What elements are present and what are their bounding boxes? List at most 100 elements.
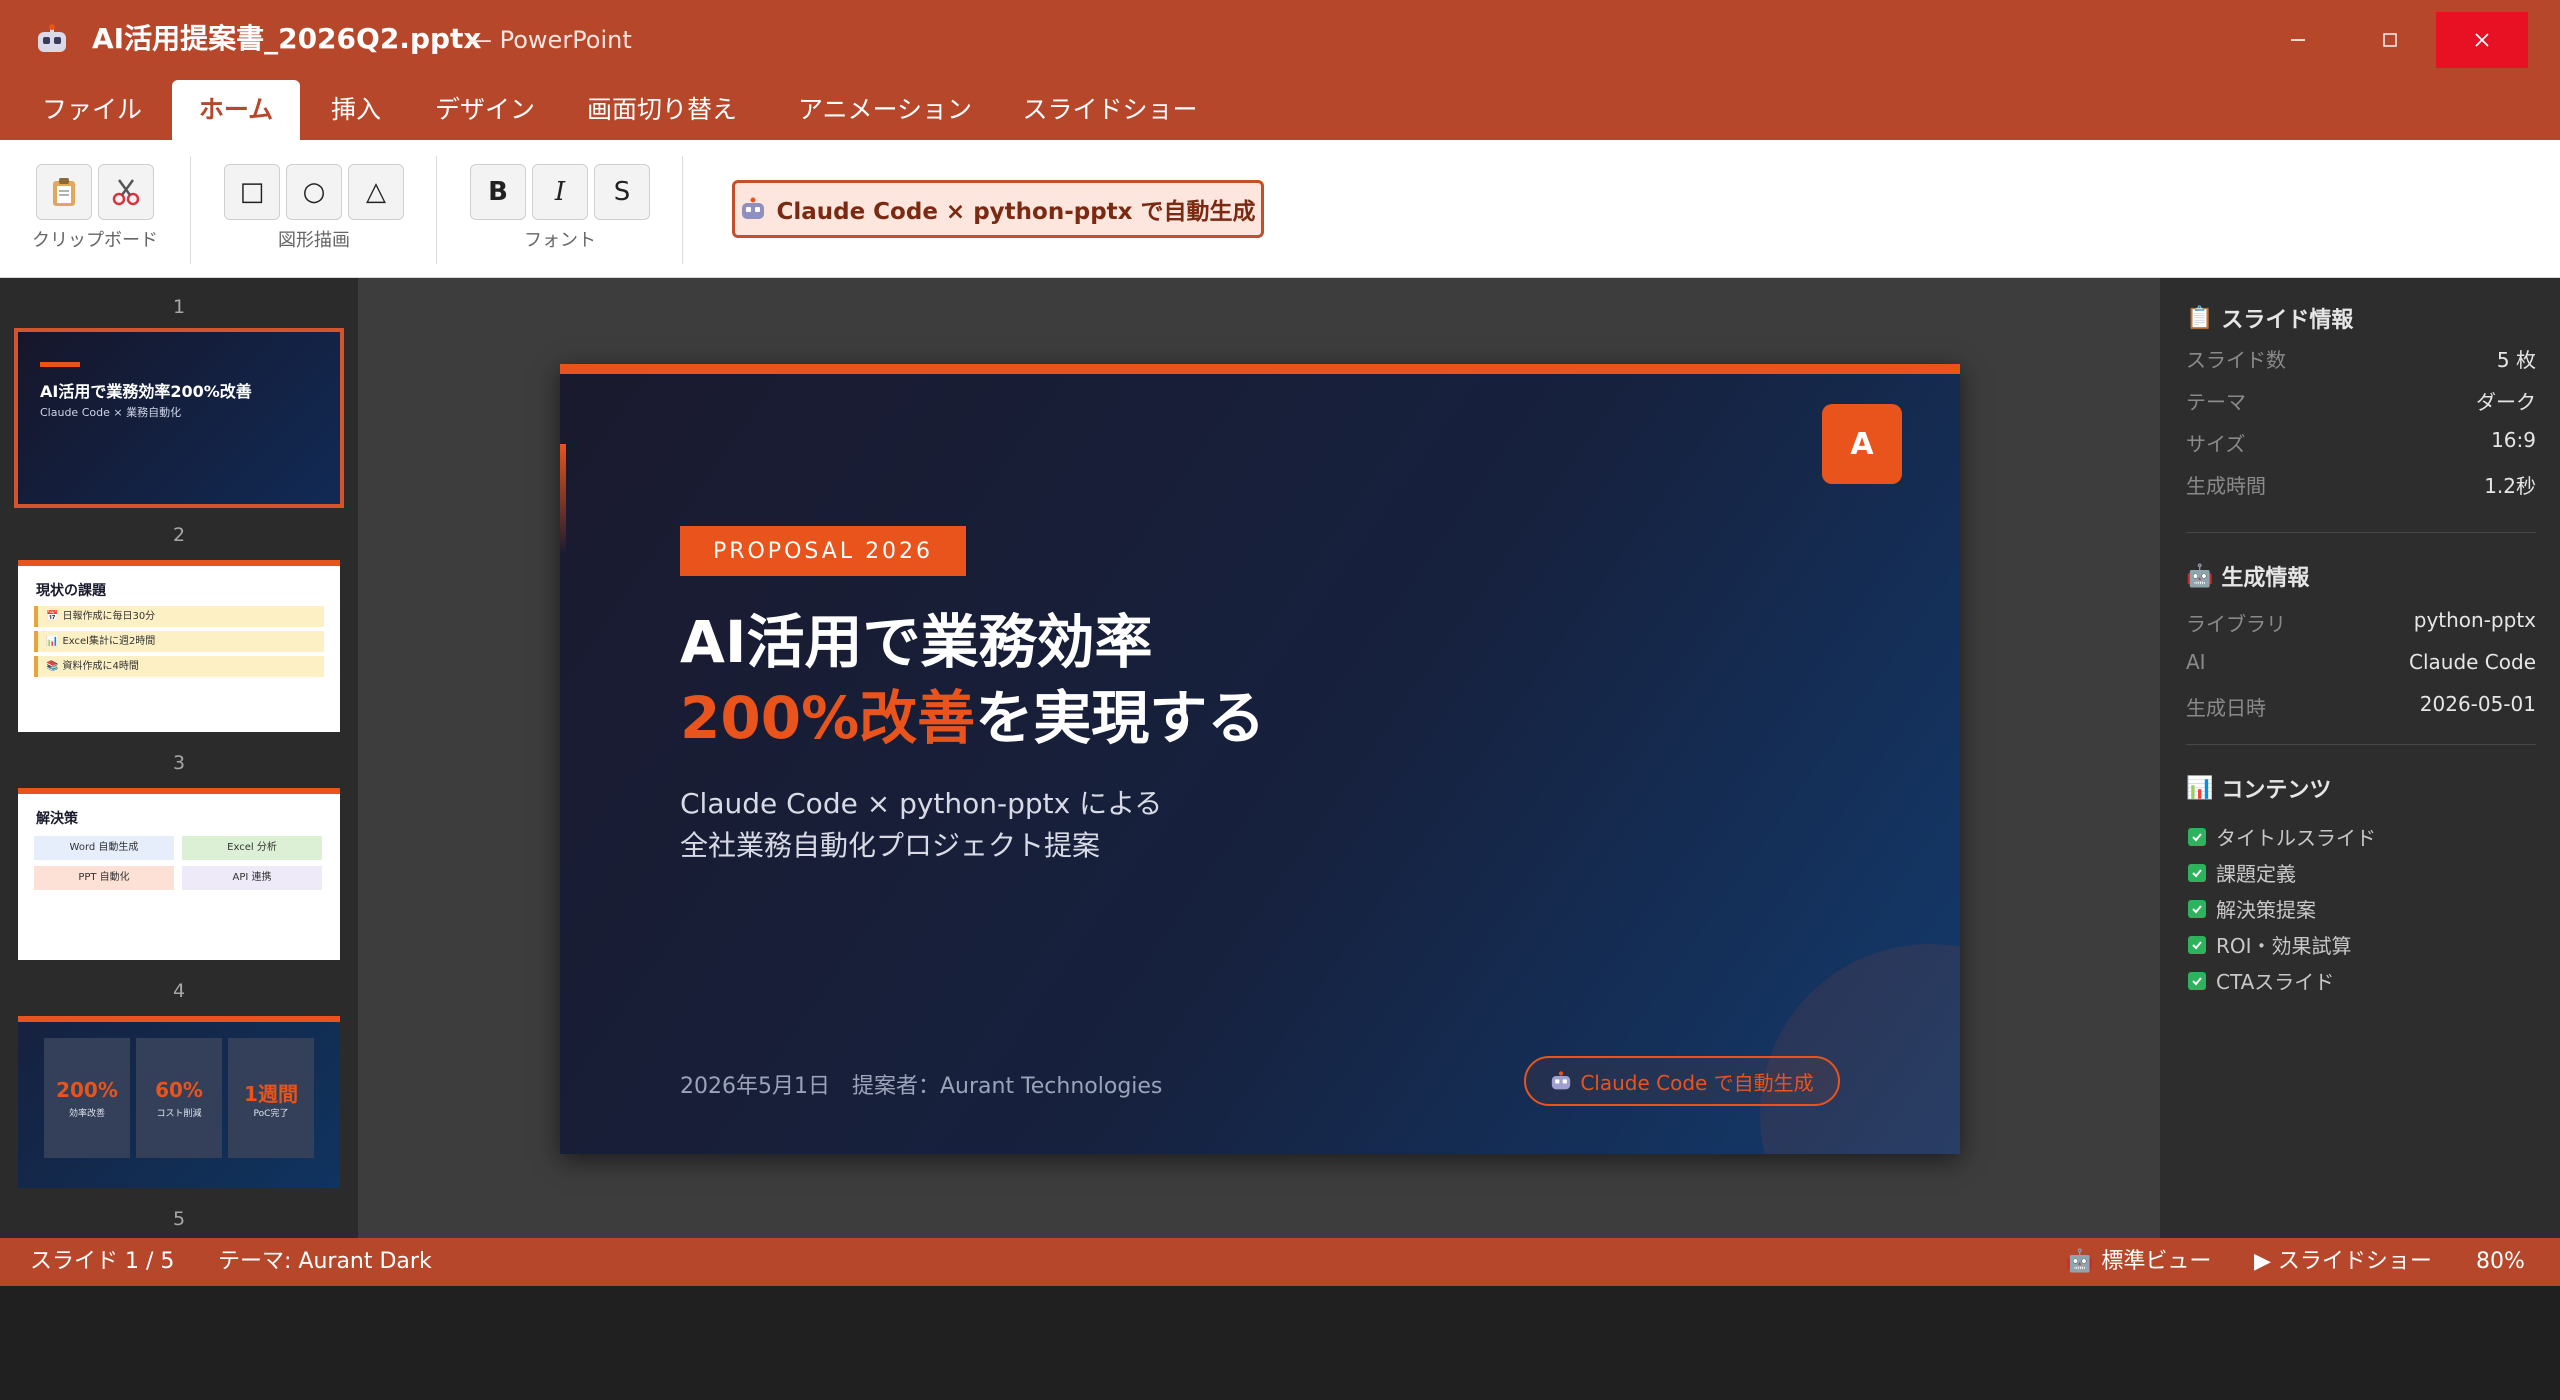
tab-animations[interactable]: アニメーション bbox=[790, 80, 980, 140]
paste-button[interactable] bbox=[36, 164, 92, 220]
tab-slideshow[interactable]: スライドショー bbox=[1020, 80, 1200, 140]
info-key: ライブラリ bbox=[2186, 612, 2286, 636]
scissors-icon bbox=[112, 179, 140, 206]
stat-value: 60% bbox=[155, 1078, 203, 1102]
ribbon-tabs: ファイル ホーム 挿入 デザイン 画面切り替え アニメーション スライドショー bbox=[0, 78, 2560, 140]
section-title-label: コンテンツ bbox=[2221, 778, 2332, 803]
slide-thumbnails-pane: 1 AI活用で業務効率200%改善 Claude Code × 業務自動化 2 … bbox=[0, 278, 358, 1238]
tab-design[interactable]: デザイン bbox=[424, 80, 546, 140]
tab-transitions[interactable]: 画面切り替え bbox=[582, 80, 742, 140]
robot-icon bbox=[742, 197, 765, 219]
section-title-label: スライド情報 bbox=[2221, 308, 2354, 333]
proposal-badge[interactable]: PROPOSAL 2026 bbox=[680, 526, 966, 576]
slide-subtitle-line1[interactable]: Claude Code × python-pptx による bbox=[680, 784, 1162, 824]
title-bar: AI活用提案書_2026Q2.pptx — PowerPoint bbox=[0, 0, 2560, 78]
accent-bar bbox=[40, 362, 80, 367]
list-item: 📚 資料作成に4時間 bbox=[34, 656, 324, 677]
document-icon: 📚 bbox=[46, 661, 59, 672]
stat-label: コスト削減 bbox=[156, 1109, 202, 1119]
zoom-level[interactable]: 80% bbox=[2476, 1248, 2525, 1276]
tab-file[interactable]: ファイル bbox=[22, 80, 162, 140]
content-item[interactable]: ROI・効果試算 bbox=[2188, 930, 2352, 959]
chart-icon: 📊 bbox=[46, 636, 59, 647]
accent-bar bbox=[560, 364, 1960, 374]
section-title-label: 生成情報 bbox=[2221, 566, 2310, 591]
normal-view-button[interactable]: 🤖 標準ビュー bbox=[2066, 1248, 2211, 1276]
ribbon: クリップボード □ ○ △ 図形描画 B I S フォント Claude Cod… bbox=[0, 140, 2560, 278]
list-item: 📊 Excel集計に週2時間 bbox=[34, 631, 324, 652]
info-value: python-pptx bbox=[2413, 608, 2536, 632]
accent-bar bbox=[18, 560, 340, 566]
accent-side-bar bbox=[560, 444, 566, 554]
checkbox-icon bbox=[2188, 827, 2206, 846]
robot-icon: 🤖 bbox=[2186, 563, 2214, 589]
auto-generate-pill-label: Claude Code で自動生成 bbox=[1580, 1070, 1814, 1095]
auto-generate-pill[interactable]: Claude Code で自動生成 bbox=[1524, 1056, 1840, 1106]
slide-thumbnail-1[interactable]: AI活用で業務効率200%改善 Claude Code × 業務自動化 bbox=[14, 328, 344, 508]
slide-number: 3 bbox=[172, 752, 186, 774]
info-value: ダーク bbox=[2476, 390, 2536, 414]
info-key: 生成日時 bbox=[2186, 696, 2266, 720]
section-title: 🤖 生成情報 bbox=[2186, 560, 2309, 592]
content-item[interactable]: タイトルスライド bbox=[2188, 822, 2376, 851]
checkbox-icon bbox=[2188, 935, 2206, 954]
status-bar: スライド 1 / 5 テーマ: Aurant Dark 🤖 標準ビュー ▶ スライ… bbox=[0, 1238, 2560, 1286]
info-value: 16:9 bbox=[2491, 428, 2536, 452]
chart-icon: 📊 bbox=[2186, 775, 2214, 801]
slide-editor[interactable]: A PROPOSAL 2026 AI活用で業務効率 200%改善を実現する Cl… bbox=[560, 364, 1960, 1154]
slide-title-line2[interactable]: 200%改善を実現する bbox=[680, 680, 1265, 756]
slideshow-button[interactable]: ▶ スライドショー bbox=[2254, 1248, 2432, 1276]
slide-title-line1[interactable]: AI活用で業務効率 bbox=[680, 604, 1152, 680]
slide-footer[interactable]: 2026年5月1日 提案者：Aurant Technologies bbox=[680, 1068, 1162, 1100]
info-key: 生成時間 bbox=[2186, 474, 2266, 498]
info-key: サイズ bbox=[2186, 432, 2246, 456]
content-item[interactable]: 解決策提案 bbox=[2188, 894, 2316, 923]
content-item[interactable]: 課題定義 bbox=[2188, 858, 2296, 887]
list-item: 📅 日報作成に毎日30分 bbox=[34, 606, 324, 627]
content-item[interactable]: CTAスライド bbox=[2188, 966, 2334, 995]
solution-card: Excel 分析 bbox=[182, 836, 322, 860]
auto-generate-badge[interactable]: Claude Code × python-pptx で自動生成 bbox=[732, 180, 1264, 238]
thumbnail-title: 解決策 bbox=[36, 811, 78, 827]
ribbon-separator bbox=[436, 156, 437, 264]
triangle-shape-button[interactable]: △ bbox=[348, 164, 404, 220]
thumbnail-title: AI活用で業務効率200%改善 bbox=[40, 382, 252, 401]
slide-thumbnail-3[interactable]: 解決策 Word 自動生成 Excel 分析 PPT 自動化 API 連携 bbox=[18, 788, 340, 960]
minimize-icon bbox=[2291, 39, 2305, 41]
italic-button[interactable]: I bbox=[532, 164, 588, 220]
tab-home[interactable]: ホーム bbox=[172, 80, 300, 140]
minimize-button[interactable] bbox=[2252, 12, 2344, 68]
slide-number: 2 bbox=[172, 524, 186, 546]
close-icon bbox=[2475, 33, 2489, 47]
cut-button[interactable] bbox=[98, 164, 154, 220]
slide-position: スライド 1 / 5 bbox=[30, 1249, 175, 1274]
title-rest: を実現する bbox=[975, 684, 1266, 752]
slide-subtitle-line2[interactable]: 全社業務自動化プロジェクト提案 bbox=[680, 826, 1100, 866]
stat-card: 200% 効率改善 bbox=[44, 1038, 130, 1158]
clipboard-icon: 📋 bbox=[2186, 305, 2214, 331]
company-logo: A bbox=[1822, 404, 1902, 484]
slide-number: 4 bbox=[172, 980, 186, 1002]
slide-thumbnail-4[interactable]: 200% 効率改善 60% コスト削減 1週間 PoC完了 bbox=[18, 1016, 340, 1188]
info-value: 5 枚 bbox=[2496, 348, 2536, 372]
ribbon-separator bbox=[682, 156, 683, 264]
tab-insert[interactable]: 挿入 bbox=[316, 80, 396, 140]
group-label-font: フォント bbox=[524, 230, 596, 251]
maximize-button[interactable] bbox=[2344, 12, 2436, 68]
rectangle-shape-button[interactable]: □ bbox=[224, 164, 280, 220]
list-item-label: Excel集計に週2時間 bbox=[62, 636, 156, 647]
thumbnail-subtitle: Claude Code × 業務自動化 bbox=[40, 406, 182, 419]
list-item-label: 日報作成に毎日30分 bbox=[62, 611, 156, 622]
strikethrough-button[interactable]: S bbox=[594, 164, 650, 220]
circle-shape-button[interactable]: ○ bbox=[286, 164, 342, 220]
bold-button[interactable]: B bbox=[470, 164, 526, 220]
stat-card: 60% コスト削減 bbox=[136, 1038, 222, 1158]
divider bbox=[2186, 532, 2536, 533]
slide-thumbnail-2[interactable]: 現状の課題 📅 日報作成に毎日30分 📊 Excel集計に週2時間 📚 資料作成に4時… bbox=[18, 560, 340, 732]
title-accent: 200%改善 bbox=[680, 684, 976, 752]
thumbnail-title: 現状の課題 bbox=[36, 583, 106, 599]
slide-number: 1 bbox=[172, 296, 186, 318]
close-button[interactable] bbox=[2436, 12, 2528, 68]
info-value: Claude Code bbox=[2408, 650, 2536, 674]
theme-name: テーマ: Aurant Dark bbox=[218, 1249, 432, 1274]
